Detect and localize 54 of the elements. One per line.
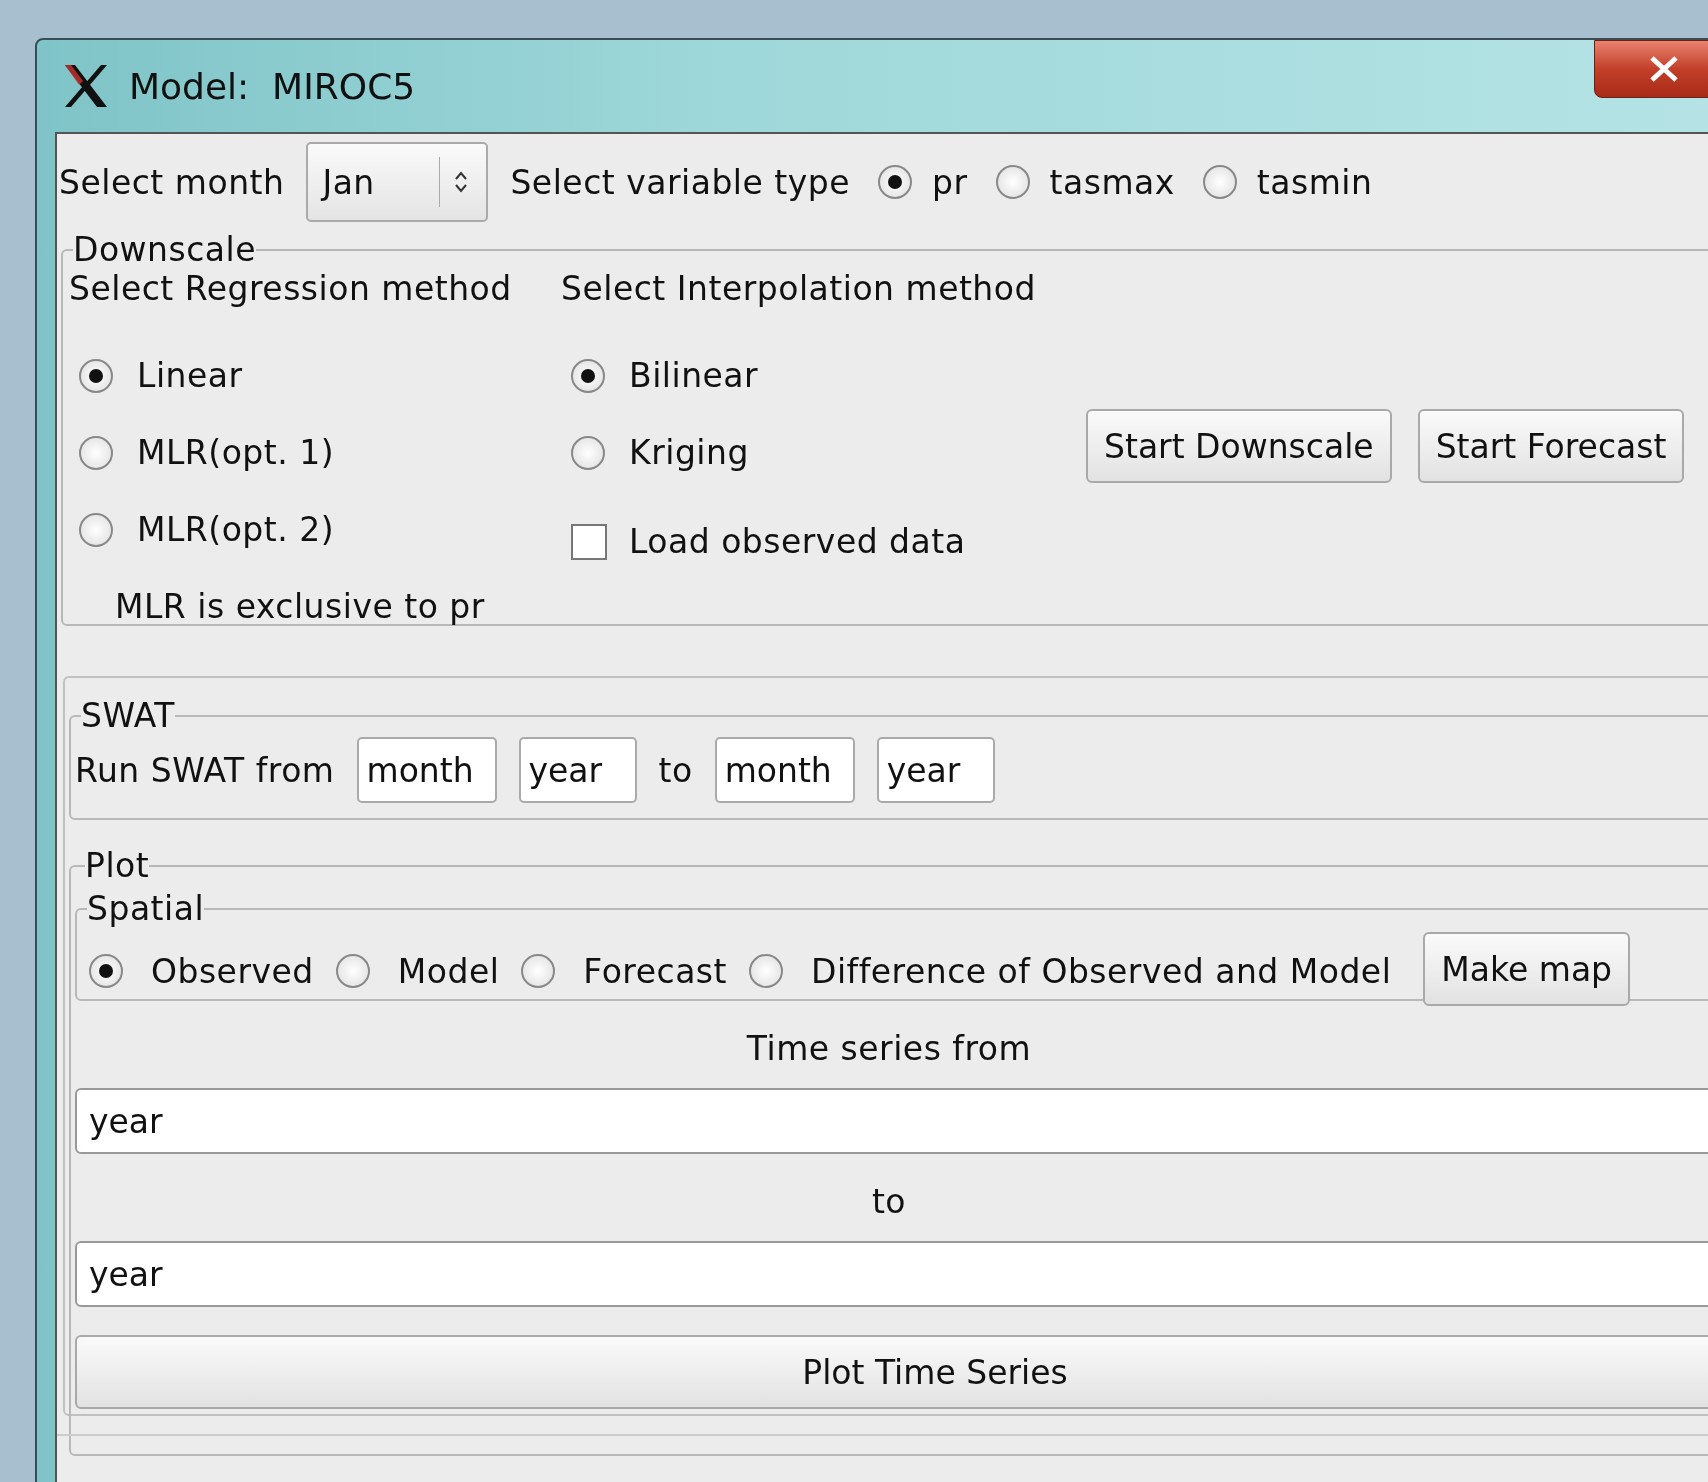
note-text: MLR is exclusive to pr [115,587,486,626]
action-button[interactable]: Start Forecast [1417,409,1685,483]
input-field[interactable]: month [714,737,855,803]
regression-label: Select Regression method [69,269,513,308]
checkbox[interactable] [571,523,607,560]
time-series-label: Time series from [745,1029,1033,1068]
radio-button[interactable] [749,954,783,988]
radio-button[interactable] [79,435,113,470]
radio-button[interactable] [89,954,123,988]
spinner-icon [454,169,469,195]
radio-button[interactable] [1202,165,1237,199]
radio-label[interactable]: MLR(opt. 1) [137,433,335,472]
window-title: Model: MIROC5 [129,65,416,107]
action-button[interactable]: Start Downscale [1086,409,1392,483]
group-title: Spatial [87,889,205,928]
plot-time-series-button[interactable]: Plot Time Series [75,1335,1708,1409]
group-title: Plot [85,846,150,885]
month-dropdown[interactable]: Jan [306,142,489,222]
input-field[interactable]: year [75,1088,1708,1154]
month-label: Select month [59,162,285,202]
radio-button[interactable] [995,165,1030,199]
radio-label[interactable]: Forecast [583,951,727,991]
radio-button[interactable] [571,358,605,393]
radio-label[interactable]: Difference of Observed and Model [811,951,1392,991]
radio-label[interactable]: tasmax [1049,162,1175,202]
input-field[interactable]: year [518,737,637,803]
radio-button[interactable] [79,358,113,393]
radio-label[interactable]: Linear [137,356,243,395]
input-field[interactable]: year [75,1241,1708,1307]
to-label: to [658,750,693,790]
close-button[interactable] [1594,40,1708,98]
radio-button[interactable] [521,954,556,988]
to-label: to [870,1182,908,1221]
radio-button[interactable] [571,435,605,470]
radio-label[interactable]: pr [932,162,968,202]
radio-button[interactable] [878,165,913,199]
make-map-button[interactable]: Make map [1423,932,1631,1006]
radio-label[interactable]: MLR(opt. 2) [137,510,335,549]
radio-button[interactable] [79,512,113,547]
radio-label[interactable]: tasmin [1256,162,1373,202]
checkbox-label[interactable]: Load observed data [629,522,966,561]
group-title: Downscale [73,230,257,269]
group-title: SWAT [81,696,175,735]
input-field[interactable]: year [876,737,995,803]
radio-button[interactable] [335,954,370,988]
input-field[interactable]: month [356,737,497,803]
radio-label[interactable]: Observed [151,951,314,991]
radio-label[interactable]: Bilinear [629,356,759,395]
radio-label[interactable]: Model [397,951,500,991]
variable-type-label: Select variable type [510,162,851,202]
radio-label[interactable]: Kriging [629,433,749,472]
interpolation-label: Select Interpolation method [561,269,1037,308]
close-icon [1649,56,1679,82]
swat-label: Run SWAT from [75,750,335,790]
